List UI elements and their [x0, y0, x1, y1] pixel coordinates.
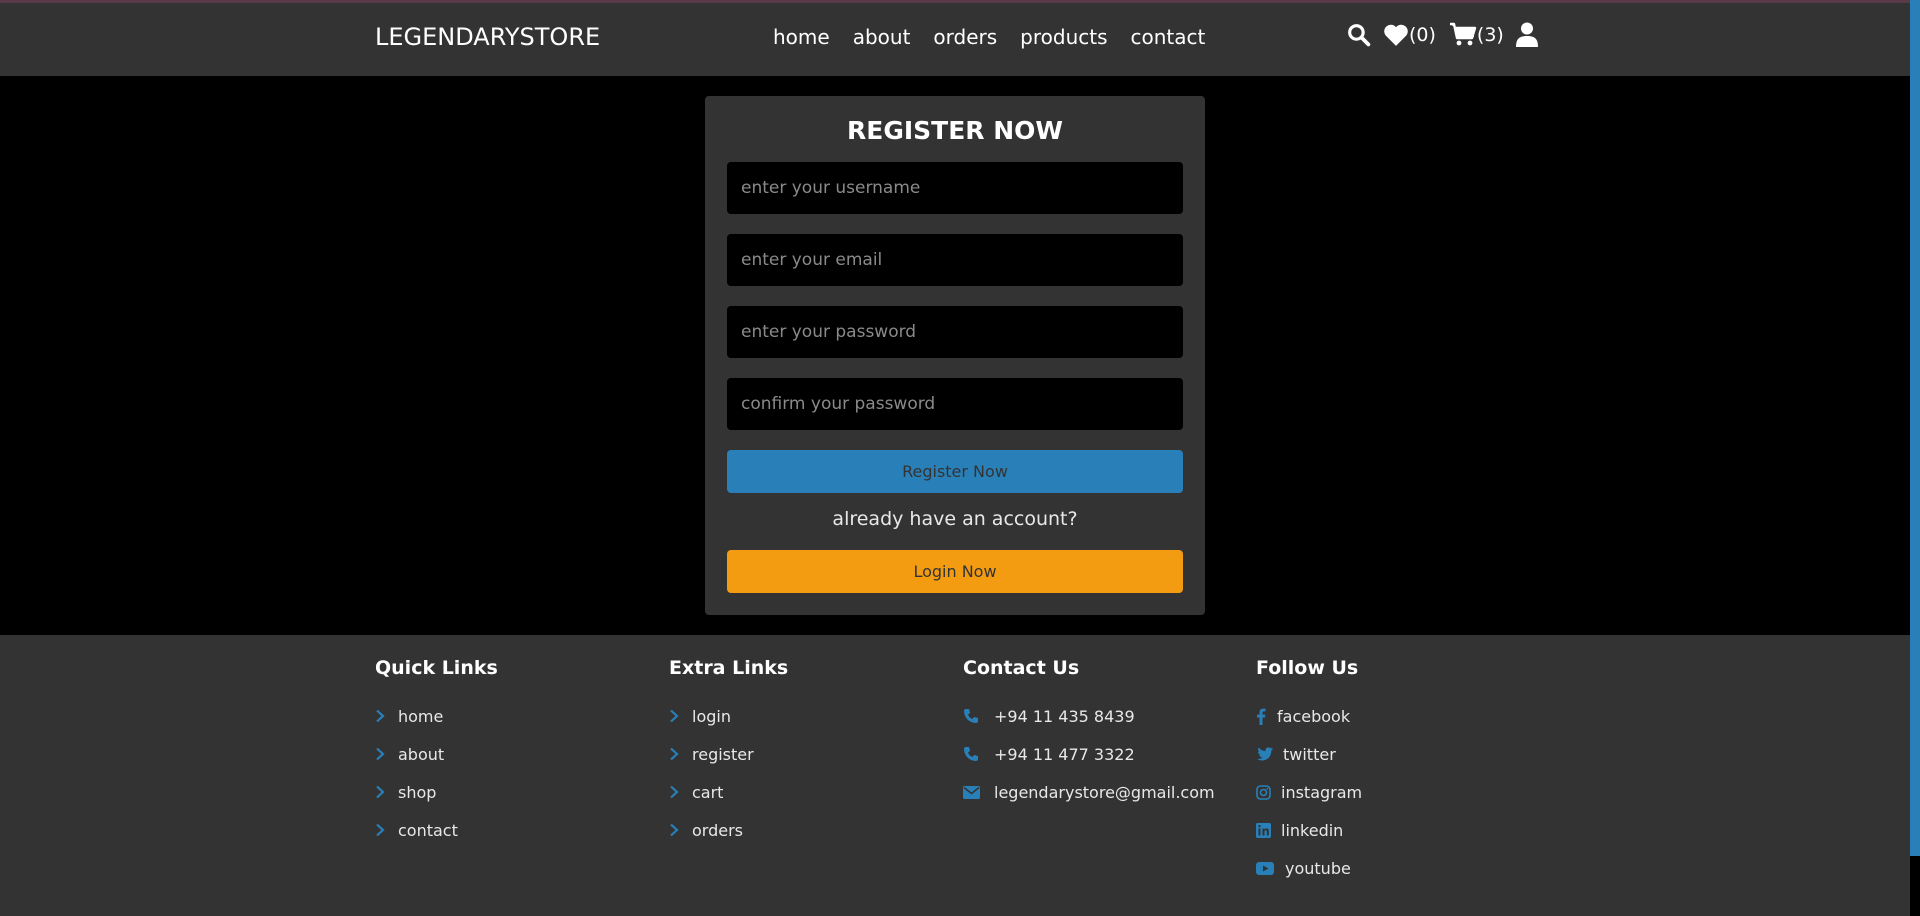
- footer-link-cart[interactable]: cart: [669, 773, 788, 811]
- contact-label: +94 11 435 8439: [994, 706, 1135, 726]
- social-label: facebook: [1277, 706, 1351, 726]
- footer-link-about[interactable]: about: [375, 735, 498, 773]
- site-header: LEGENDARYSTORE home about orders product…: [0, 3, 1910, 76]
- envelope-icon: [963, 785, 994, 799]
- social-label: linkedin: [1281, 820, 1344, 840]
- contact-title: Contact Us: [963, 657, 1080, 679]
- user-icon[interactable]: [1515, 22, 1538, 47]
- facebook-icon: [1256, 708, 1277, 725]
- chevron-right-icon: [669, 785, 692, 799]
- footer-link-label: login: [692, 706, 731, 726]
- footer-link-label: home: [398, 706, 444, 726]
- footer-link-register[interactable]: register: [669, 735, 788, 773]
- footer-link-contact[interactable]: contact: [375, 811, 498, 849]
- confirm-password-input[interactable]: [727, 378, 1183, 430]
- already-account-text: already have an account?: [832, 508, 1078, 530]
- nav-orders[interactable]: orders: [933, 25, 997, 49]
- footer-quick-links: Quick Links home about shop contact: [375, 657, 498, 849]
- chevron-right-icon: [375, 709, 398, 723]
- cart-button[interactable]: (3): [1449, 22, 1504, 47]
- password-input[interactable]: [727, 306, 1183, 358]
- chevron-right-icon: [669, 823, 692, 837]
- footer-link-label: register: [692, 744, 754, 764]
- footer-contact: Contact Us +94 11 435 8439 +94 11 477 33…: [963, 657, 1223, 811]
- site-logo[interactable]: LEGENDARYSTORE: [375, 23, 600, 51]
- quick-links-title: Quick Links: [375, 657, 498, 679]
- social-label: twitter: [1283, 744, 1336, 764]
- social-twitter[interactable]: twitter: [1256, 735, 1362, 773]
- phone-icon: [963, 708, 994, 724]
- contact-phone-1[interactable]: +94 11 435 8439: [963, 697, 1223, 735]
- footer-link-label: orders: [692, 820, 743, 840]
- contact-label: +94 11 477 3322: [994, 744, 1135, 764]
- footer-link-label: contact: [398, 820, 458, 840]
- footer-follow: Follow Us facebook twitter instagram lin…: [1256, 657, 1362, 887]
- chevron-right-icon: [375, 785, 398, 799]
- heart-icon: [1383, 23, 1409, 47]
- chevron-right-icon: [375, 823, 398, 837]
- footer-link-label: shop: [398, 782, 437, 802]
- contact-label: legendarystore@gmail.com: [994, 782, 1215, 802]
- scrollbar-thumb[interactable]: [1910, 0, 1920, 856]
- nav-contact[interactable]: contact: [1131, 25, 1206, 49]
- chevron-right-icon: [375, 747, 398, 761]
- email-input[interactable]: [727, 234, 1183, 286]
- footer-link-home[interactable]: home: [375, 697, 498, 735]
- youtube-icon: [1256, 861, 1285, 875]
- username-input[interactable]: [727, 162, 1183, 214]
- main-nav: home about orders products contact: [773, 25, 1205, 49]
- extra-links-title: Extra Links: [669, 657, 789, 679]
- social-facebook[interactable]: facebook: [1256, 697, 1362, 735]
- footer-link-label: cart: [692, 782, 724, 802]
- phone-icon: [963, 746, 994, 762]
- contact-email[interactable]: legendarystore@gmail.com: [963, 773, 1223, 811]
- contact-phone-2[interactable]: +94 11 477 3322: [963, 735, 1223, 773]
- cart-count: (3): [1476, 23, 1504, 46]
- nav-home[interactable]: home: [773, 25, 830, 49]
- social-instagram[interactable]: instagram: [1256, 773, 1362, 811]
- instagram-icon: [1256, 784, 1281, 800]
- chevron-right-icon: [669, 709, 692, 723]
- social-linkedin[interactable]: linkedin: [1256, 811, 1362, 849]
- nav-products[interactable]: products: [1020, 25, 1107, 49]
- footer-link-orders[interactable]: orders: [669, 811, 788, 849]
- wishlist-button[interactable]: (0): [1383, 23, 1436, 47]
- social-youtube[interactable]: youtube: [1256, 849, 1362, 887]
- search-icon[interactable]: [1346, 22, 1371, 47]
- chevron-right-icon: [669, 747, 692, 761]
- footer-extra-links: Extra Links login register cart orders: [669, 657, 788, 849]
- register-form: REGISTER NOW Register Now already have a…: [705, 96, 1205, 615]
- nav-about[interactable]: about: [853, 25, 911, 49]
- login-button[interactable]: Login Now: [727, 550, 1183, 593]
- footer-link-label: about: [398, 744, 445, 764]
- footer-link-login[interactable]: login: [669, 697, 788, 735]
- site-footer: Quick Links home about shop contact Extr…: [0, 635, 1910, 916]
- wishlist-count: (0): [1409, 23, 1436, 46]
- social-label: instagram: [1281, 782, 1363, 802]
- header-icons: (0) (3): [1346, 22, 1538, 47]
- social-label: youtube: [1285, 858, 1351, 878]
- form-title: REGISTER NOW: [847, 116, 1063, 145]
- follow-title: Follow Us: [1256, 657, 1359, 679]
- twitter-icon: [1256, 747, 1283, 761]
- register-button[interactable]: Register Now: [727, 450, 1183, 493]
- footer-link-shop[interactable]: shop: [375, 773, 498, 811]
- cart-icon: [1449, 22, 1477, 47]
- linkedin-icon: [1256, 822, 1281, 838]
